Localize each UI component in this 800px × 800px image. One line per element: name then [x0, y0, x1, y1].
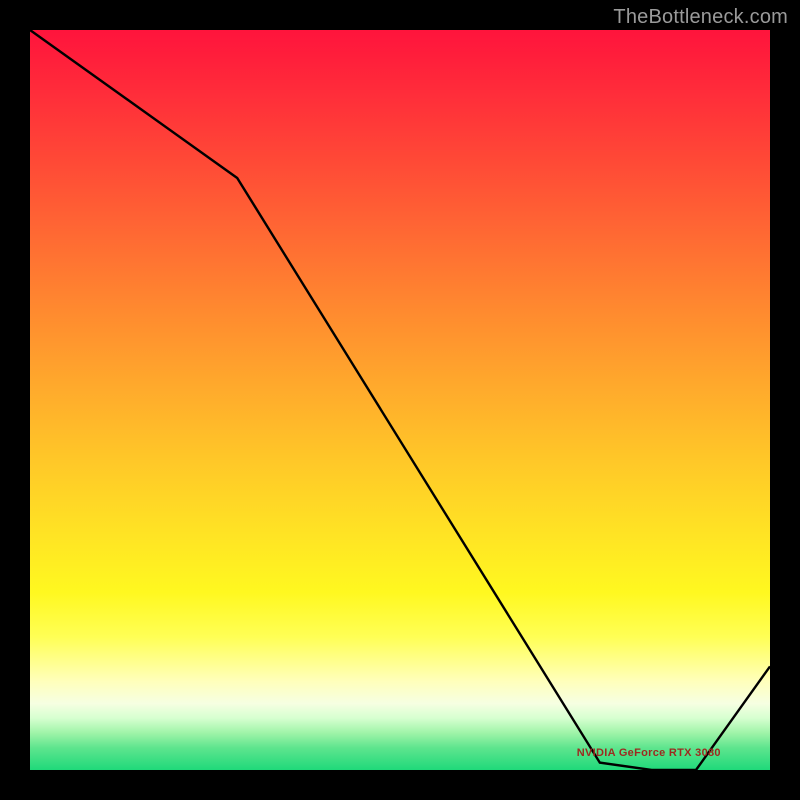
bottleneck-curve	[30, 30, 770, 770]
optimal-gpu-label: NVIDIA GeForce RTX 3080	[577, 747, 721, 759]
plot-area: NVIDIA GeForce RTX 3080	[30, 30, 770, 770]
chart-root: TheBottleneck.com NVIDIA GeForce RTX 308…	[0, 0, 800, 800]
chart-line-layer	[30, 30, 770, 770]
plot-frame: NVIDIA GeForce RTX 3080	[30, 30, 770, 770]
attribution-text: TheBottleneck.com	[613, 6, 788, 29]
